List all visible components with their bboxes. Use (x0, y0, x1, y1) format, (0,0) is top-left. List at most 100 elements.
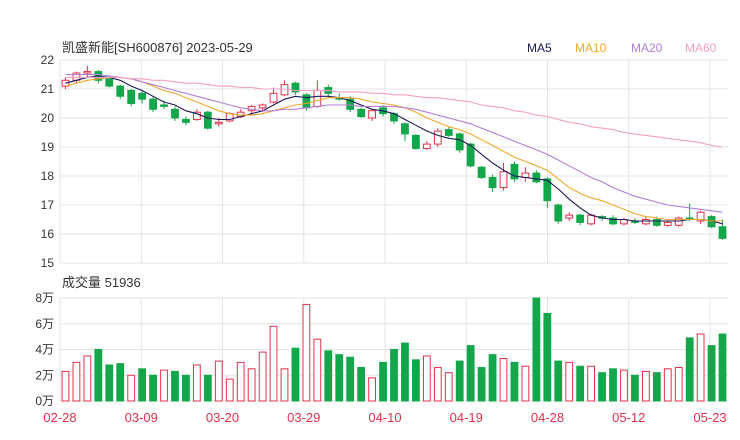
price-grid (59, 59, 728, 264)
candle-body (565, 214, 574, 219)
price-tick-label: 20 (41, 111, 55, 125)
volume-bar (203, 374, 212, 402)
volume-bar (379, 361, 387, 402)
candle-body (160, 104, 168, 107)
price-tick-label: 17 (41, 198, 55, 212)
candle-body (269, 92, 278, 103)
volume-bar (609, 368, 617, 402)
volume-bar (182, 374, 190, 402)
candle-body (313, 89, 322, 107)
volume-bar (532, 297, 541, 402)
volume-bar (258, 351, 267, 402)
price-tick-label: 18 (41, 169, 55, 183)
volume-bar (280, 368, 289, 402)
candle-body (258, 104, 267, 109)
volume-bar (466, 345, 475, 402)
date-tick-label: 04-10 (368, 410, 401, 425)
price-tick-label: 21 (41, 82, 55, 96)
candle-body (182, 118, 190, 123)
price-tick-label: 16 (41, 227, 55, 241)
date-tick-label: 04-19 (450, 410, 483, 425)
volume-bar (685, 337, 694, 402)
volume-label: 成交量 51936 (62, 275, 141, 290)
volume-bar (663, 368, 672, 402)
candle-body (641, 219, 650, 225)
volume-bar (543, 312, 552, 402)
volume-bar (160, 369, 168, 402)
volume-bar (477, 367, 486, 402)
date-tick-label: 05-12 (612, 410, 645, 425)
candle-body (138, 92, 147, 100)
volume-tick-label: 8万 (35, 291, 54, 305)
volume-bar (707, 345, 716, 402)
candle-body (433, 130, 442, 145)
candle-body (105, 78, 114, 87)
candle-body (488, 176, 497, 189)
volume-bar (674, 367, 683, 402)
candle-body (116, 85, 125, 97)
volume-bar (83, 355, 92, 402)
volume-bar (302, 303, 311, 402)
price-tick-label: 22 (41, 53, 55, 67)
candle-body (587, 214, 596, 225)
volume-bar (214, 360, 223, 402)
candle-body (554, 204, 563, 222)
date-tick-label: 02-28 (43, 410, 76, 425)
volume-bar (412, 359, 420, 402)
volume-tick-label: 2万 (35, 368, 54, 382)
volume-bar (598, 372, 606, 402)
volume-bar (631, 374, 639, 402)
volume-bar (390, 349, 398, 402)
volume-bar (225, 378, 234, 402)
ma10-line (65, 76, 723, 222)
candle-body (127, 89, 136, 104)
volume-bar (718, 333, 727, 402)
volume-tick-label: 0万 (35, 394, 54, 408)
volume-bar (236, 361, 245, 402)
volume-bar (105, 364, 114, 402)
candle-body (499, 171, 508, 189)
volume-bar (422, 355, 431, 402)
date-tick-label: 05-23 (693, 410, 726, 425)
candle-body (357, 108, 366, 118)
volume-bar (247, 368, 256, 402)
ma5-legend: MA5 (527, 41, 552, 55)
date-tick-label: 03-29 (287, 410, 320, 425)
volume-bar (72, 361, 81, 402)
volume-bar (565, 361, 574, 402)
volume-bar (149, 374, 157, 402)
volume-bar (269, 325, 278, 402)
volume-bar (357, 367, 366, 402)
volume-bar (488, 354, 497, 402)
ma-legend: MA5 MA10 MA20 MA60 (527, 41, 717, 55)
volume-bar (313, 338, 322, 402)
ma5-line (65, 75, 723, 225)
volume-bar (510, 361, 519, 402)
price-y-axis: 22 21 20 19 18 17 16 15 (41, 53, 55, 270)
date-tick-label: 03-09 (125, 410, 158, 425)
volume-bar (576, 365, 585, 402)
volume-bar (291, 347, 300, 402)
price-tick-label: 15 (41, 256, 55, 270)
candle-body (149, 98, 157, 110)
volume-bar (455, 360, 464, 402)
candle-body (401, 123, 409, 135)
candle-body (477, 166, 486, 178)
volume-bar (61, 370, 70, 402)
candle-body (663, 221, 672, 226)
ma60-legend: MA60 (685, 41, 717, 55)
ma10-legend: MA10 (575, 41, 607, 55)
volume-bar (444, 372, 453, 402)
volume-bar (433, 367, 442, 402)
volume-bar (521, 365, 530, 402)
volume-bar (554, 360, 563, 402)
volume-bar (127, 374, 136, 402)
volume-y-axis: 8万 6万 4万 2万 0万 (35, 291, 54, 408)
volume-bar (499, 358, 508, 402)
date-tick-label: 03-20 (206, 410, 239, 425)
volume-bar (368, 377, 376, 402)
price-tick-label: 19 (41, 140, 55, 154)
candle-body (444, 129, 453, 136)
volume-bar (652, 372, 661, 402)
volume-bar (401, 342, 409, 402)
